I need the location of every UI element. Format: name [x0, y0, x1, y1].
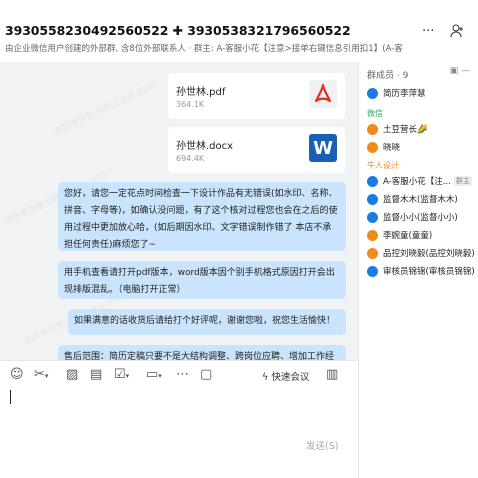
message-bubble[interactable]: 售后范围：简历定稿只要不是大结构调整、跨岗位应聘、增加工作经 — [58, 345, 346, 360]
member-name: 品控刘晓毅(品控刘晓毅) — [383, 249, 475, 259]
scissors-icon[interactable]: ✂▾ — [34, 367, 48, 382]
person-icon — [367, 141, 378, 153]
person-icon — [367, 175, 378, 187]
member-sidebar: 群成员 · 9 ▣ — 简历李萍慧 微信 土豆营长🌽 晓晓 牛人设计 A-客服小… — [358, 62, 478, 478]
message-composer[interactable]: ☺ ✂▾ ▨ ▤ ☑▾ ▭▾ ⋯ ▢ ϟ 快速会议 ▥ 发送(S) — [0, 360, 358, 478]
sidebar-message-icon[interactable]: ▣ — [450, 66, 459, 76]
member-item[interactable]: 监督木木(监督木木) — [367, 190, 475, 208]
member-item[interactable]: 监督小小(监督小小) — [367, 208, 475, 226]
more-dots-icon[interactable]: ··· — [422, 24, 434, 39]
watermark: 简历李萍慧 付款人设计 3930 — [53, 80, 160, 138]
file-message-pdf[interactable]: 孙世林.pdf 364.1K — [168, 73, 345, 119]
chat-subtitle: 由企业微信用户创建的外部群, 含8位外部联系人 · 群主: A-客服小花【注意>… — [5, 44, 403, 54]
person-icon — [367, 247, 378, 259]
message-bubble[interactable]: 用手机查看请打开pdf版本，word版本因个别手机格式原因打开会出现排版混乱。（… — [58, 261, 346, 299]
file-message-docx[interactable]: 孙世林.docx 694.4K W — [168, 127, 345, 173]
message-bubble[interactable]: 您好，请您一定花点时间检查一下设计作品有无错误(如水印、名称、拼音、字母等)，如… — [58, 182, 346, 251]
chat-header: 3930558230492560522 ✚ 393053832179656052… — [0, 0, 478, 62]
folder-icon[interactable]: ▭▾ — [146, 367, 162, 382]
member-item[interactable]: 晓晓 — [367, 138, 475, 156]
member-item[interactable]: 土豆营长🌽 — [367, 120, 475, 138]
member-name: 监督小小(监督小小) — [383, 213, 458, 223]
member-item[interactable]: 简历李萍慧 — [367, 84, 475, 102]
emoji-icon[interactable]: ☺ — [10, 367, 24, 382]
sidebar-tools[interactable]: ▣ — — [450, 66, 470, 76]
member-item[interactable]: A-客服小花【注... 群主 — [367, 172, 475, 190]
person-icon — [367, 265, 378, 277]
person-icon — [367, 123, 378, 135]
owner-badge: 群主 — [453, 176, 472, 186]
member-name: 简历李萍慧 — [383, 89, 426, 99]
more-tools-icon[interactable]: ⋯ — [176, 367, 189, 382]
image-icon[interactable]: ▨ — [66, 367, 78, 382]
quick-meeting-button[interactable]: ϟ 快速会议 — [262, 369, 309, 383]
lightning-icon: ϟ — [262, 372, 269, 383]
sidebar-minus-icon[interactable]: — — [461, 66, 470, 76]
file-name: 孙世林.docx — [176, 141, 234, 152]
member-name: 监督木木(监督木木) — [383, 195, 458, 205]
add-member-icon[interactable] — [450, 24, 464, 42]
file-size: 364.1K — [176, 100, 205, 109]
member-name: 审核员锦锦(审核员锦锦) — [383, 267, 475, 277]
member-name: 晓晓 — [383, 143, 401, 153]
checklist-icon[interactable]: ☑▾ — [114, 367, 129, 382]
notes-icon[interactable]: ▥ — [326, 367, 338, 382]
member-item[interactable]: 审核员锦锦(审核员锦锦) — [367, 262, 475, 280]
pdf-icon — [309, 80, 337, 108]
text-cursor[interactable] — [10, 390, 11, 404]
person-icon — [367, 193, 378, 205]
person-icon — [367, 229, 378, 241]
chat-title: 3930558230492560522 ✚ 393053832179656052… — [5, 23, 351, 38]
group-label-wechat: 微信 — [367, 109, 383, 118]
person-icon — [367, 87, 378, 99]
file-name: 孙世林.pdf — [176, 87, 226, 98]
group-label-company: 牛人设计 — [367, 161, 399, 170]
member-item[interactable]: 品控刘晓毅(品控刘晓毅) — [367, 244, 475, 262]
quick-meeting-label: 快速会议 — [271, 372, 310, 383]
member-name: 李婉童(童童) — [383, 231, 433, 241]
person-icon — [367, 211, 378, 223]
document-icon[interactable]: ▤ — [90, 367, 102, 382]
file-size: 694.4K — [176, 154, 205, 163]
word-icon: W — [309, 134, 337, 162]
member-name: A-客服小花【注... — [383, 177, 451, 187]
message-list[interactable]: 简历李萍慧 付款人设计 3930 简历李萍慧 付款人设计 3930 简历李萍慧 … — [0, 62, 358, 360]
message-bubble[interactable]: 如果满意的话收货后请给打个好评呢，谢谢您啦，祝您生活愉快！ — [68, 309, 346, 335]
member-name: 土豆营长🌽 — [383, 125, 428, 135]
member-count: 群成员 · 9 — [367, 71, 409, 81]
chat-history-icon[interactable]: ▢ — [200, 367, 212, 382]
send-button[interactable]: 发送(S) — [306, 438, 338, 452]
member-item[interactable]: 李婉童(童童) — [367, 226, 475, 244]
